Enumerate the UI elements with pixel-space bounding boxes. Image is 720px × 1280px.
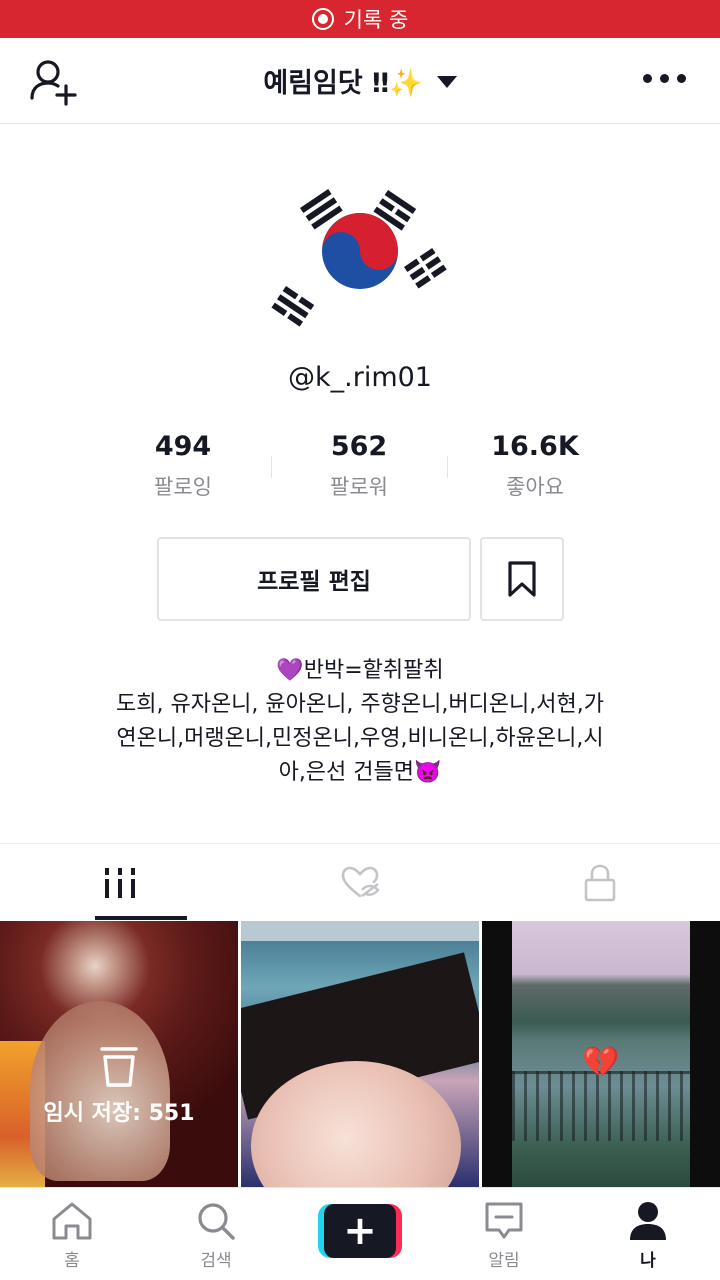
- profile-header: 예림임닷 ‼✨: [0, 38, 720, 124]
- draft-video-tile[interactable]: 임시 저장: 551: [0, 921, 238, 1187]
- inbox-icon: [485, 1202, 523, 1239]
- lock-icon: [584, 864, 616, 902]
- record-icon: [311, 8, 334, 30]
- video-grid: 임시 저장: 551 💔: [0, 921, 720, 1187]
- bio-line: 도희, 유자온니, 윤아온니, 주향온니,버디온니,서현,가: [116, 692, 604, 717]
- videos-grid-icon: [105, 868, 135, 898]
- search-icon: [198, 1203, 235, 1240]
- stat-label: 팔로잉: [154, 475, 212, 499]
- stat-likes[interactable]: 16.6K 좋아요: [447, 428, 623, 508]
- nav-create[interactable]: +: [288, 1188, 432, 1280]
- create-plus-icon: +: [318, 1204, 402, 1258]
- edit-profile-button[interactable]: 프로필 편집: [157, 537, 471, 621]
- bio-line: 연온니,머랭온니,민정온니,우영,비니온니,하윤온니,시: [116, 726, 604, 751]
- liked-hidden-icon: [341, 866, 380, 898]
- profile-tabs: [0, 843, 720, 921]
- bio: 💜반박=핱취팔취 도희, 유자온니, 윤아온니, 주향온니,버디온니,서현,가 …: [40, 654, 680, 790]
- recording-status-bar: 기록 중: [0, 0, 720, 38]
- video-tile[interactable]: 💔: [482, 921, 720, 1187]
- bio-line: 💜반박=핱취팔취: [276, 658, 444, 683]
- drafts-icon: [100, 1047, 138, 1087]
- account-switcher[interactable]: 예림임닷 ‼✨: [263, 61, 457, 100]
- nav-profile[interactable]: 나: [576, 1188, 720, 1280]
- profile-stats: 494 팔로잉 562 팔로워 16.6K 좋아요: [95, 428, 625, 508]
- more-options-icon[interactable]: [643, 74, 686, 83]
- recording-label: 기록 중: [343, 8, 409, 32]
- bio-line: 아,은선 건들면👿: [278, 760, 442, 785]
- stat-value: 494: [154, 431, 212, 462]
- nav-label: 홈: [64, 1251, 80, 1271]
- stat-following[interactable]: 494 팔로잉: [95, 428, 271, 508]
- video-tile[interactable]: [241, 921, 479, 1187]
- add-friend-icon[interactable]: [28, 56, 80, 108]
- favorites-button[interactable]: [480, 537, 564, 621]
- nav-label: 검색: [200, 1251, 232, 1271]
- draft-count-label: 임시 저장: 551: [43, 1101, 195, 1126]
- username: @k_.rim01: [288, 362, 432, 393]
- tab-private[interactable]: [480, 844, 720, 922]
- stat-label: 팔로워: [330, 475, 388, 499]
- tab-liked[interactable]: [240, 844, 480, 922]
- tab-videos[interactable]: [0, 844, 240, 922]
- home-icon: [52, 1202, 92, 1240]
- chevron-down-icon: [436, 75, 457, 88]
- bottom-nav: 홈 검색 + 알림 나: [0, 1187, 720, 1280]
- nav-label: 알림: [488, 1251, 520, 1271]
- account-title: 예림임닷 ‼✨: [263, 68, 423, 99]
- bookmark-icon: [508, 561, 536, 597]
- korea-flag-icon[interactable]: [270, 168, 450, 348]
- broken-heart-icon: 💔: [582, 1045, 620, 1080]
- nav-search[interactable]: 검색: [144, 1188, 288, 1280]
- profile-icon: [630, 1202, 666, 1240]
- nav-label: 나: [640, 1251, 656, 1271]
- nav-inbox[interactable]: 알림: [432, 1188, 576, 1280]
- stat-value: 562: [330, 431, 388, 462]
- stat-value: 16.6K: [491, 431, 579, 462]
- nav-home[interactable]: 홈: [0, 1188, 144, 1280]
- stat-followers[interactable]: 562 팔로워: [271, 428, 447, 508]
- stat-label: 좋아요: [506, 475, 564, 499]
